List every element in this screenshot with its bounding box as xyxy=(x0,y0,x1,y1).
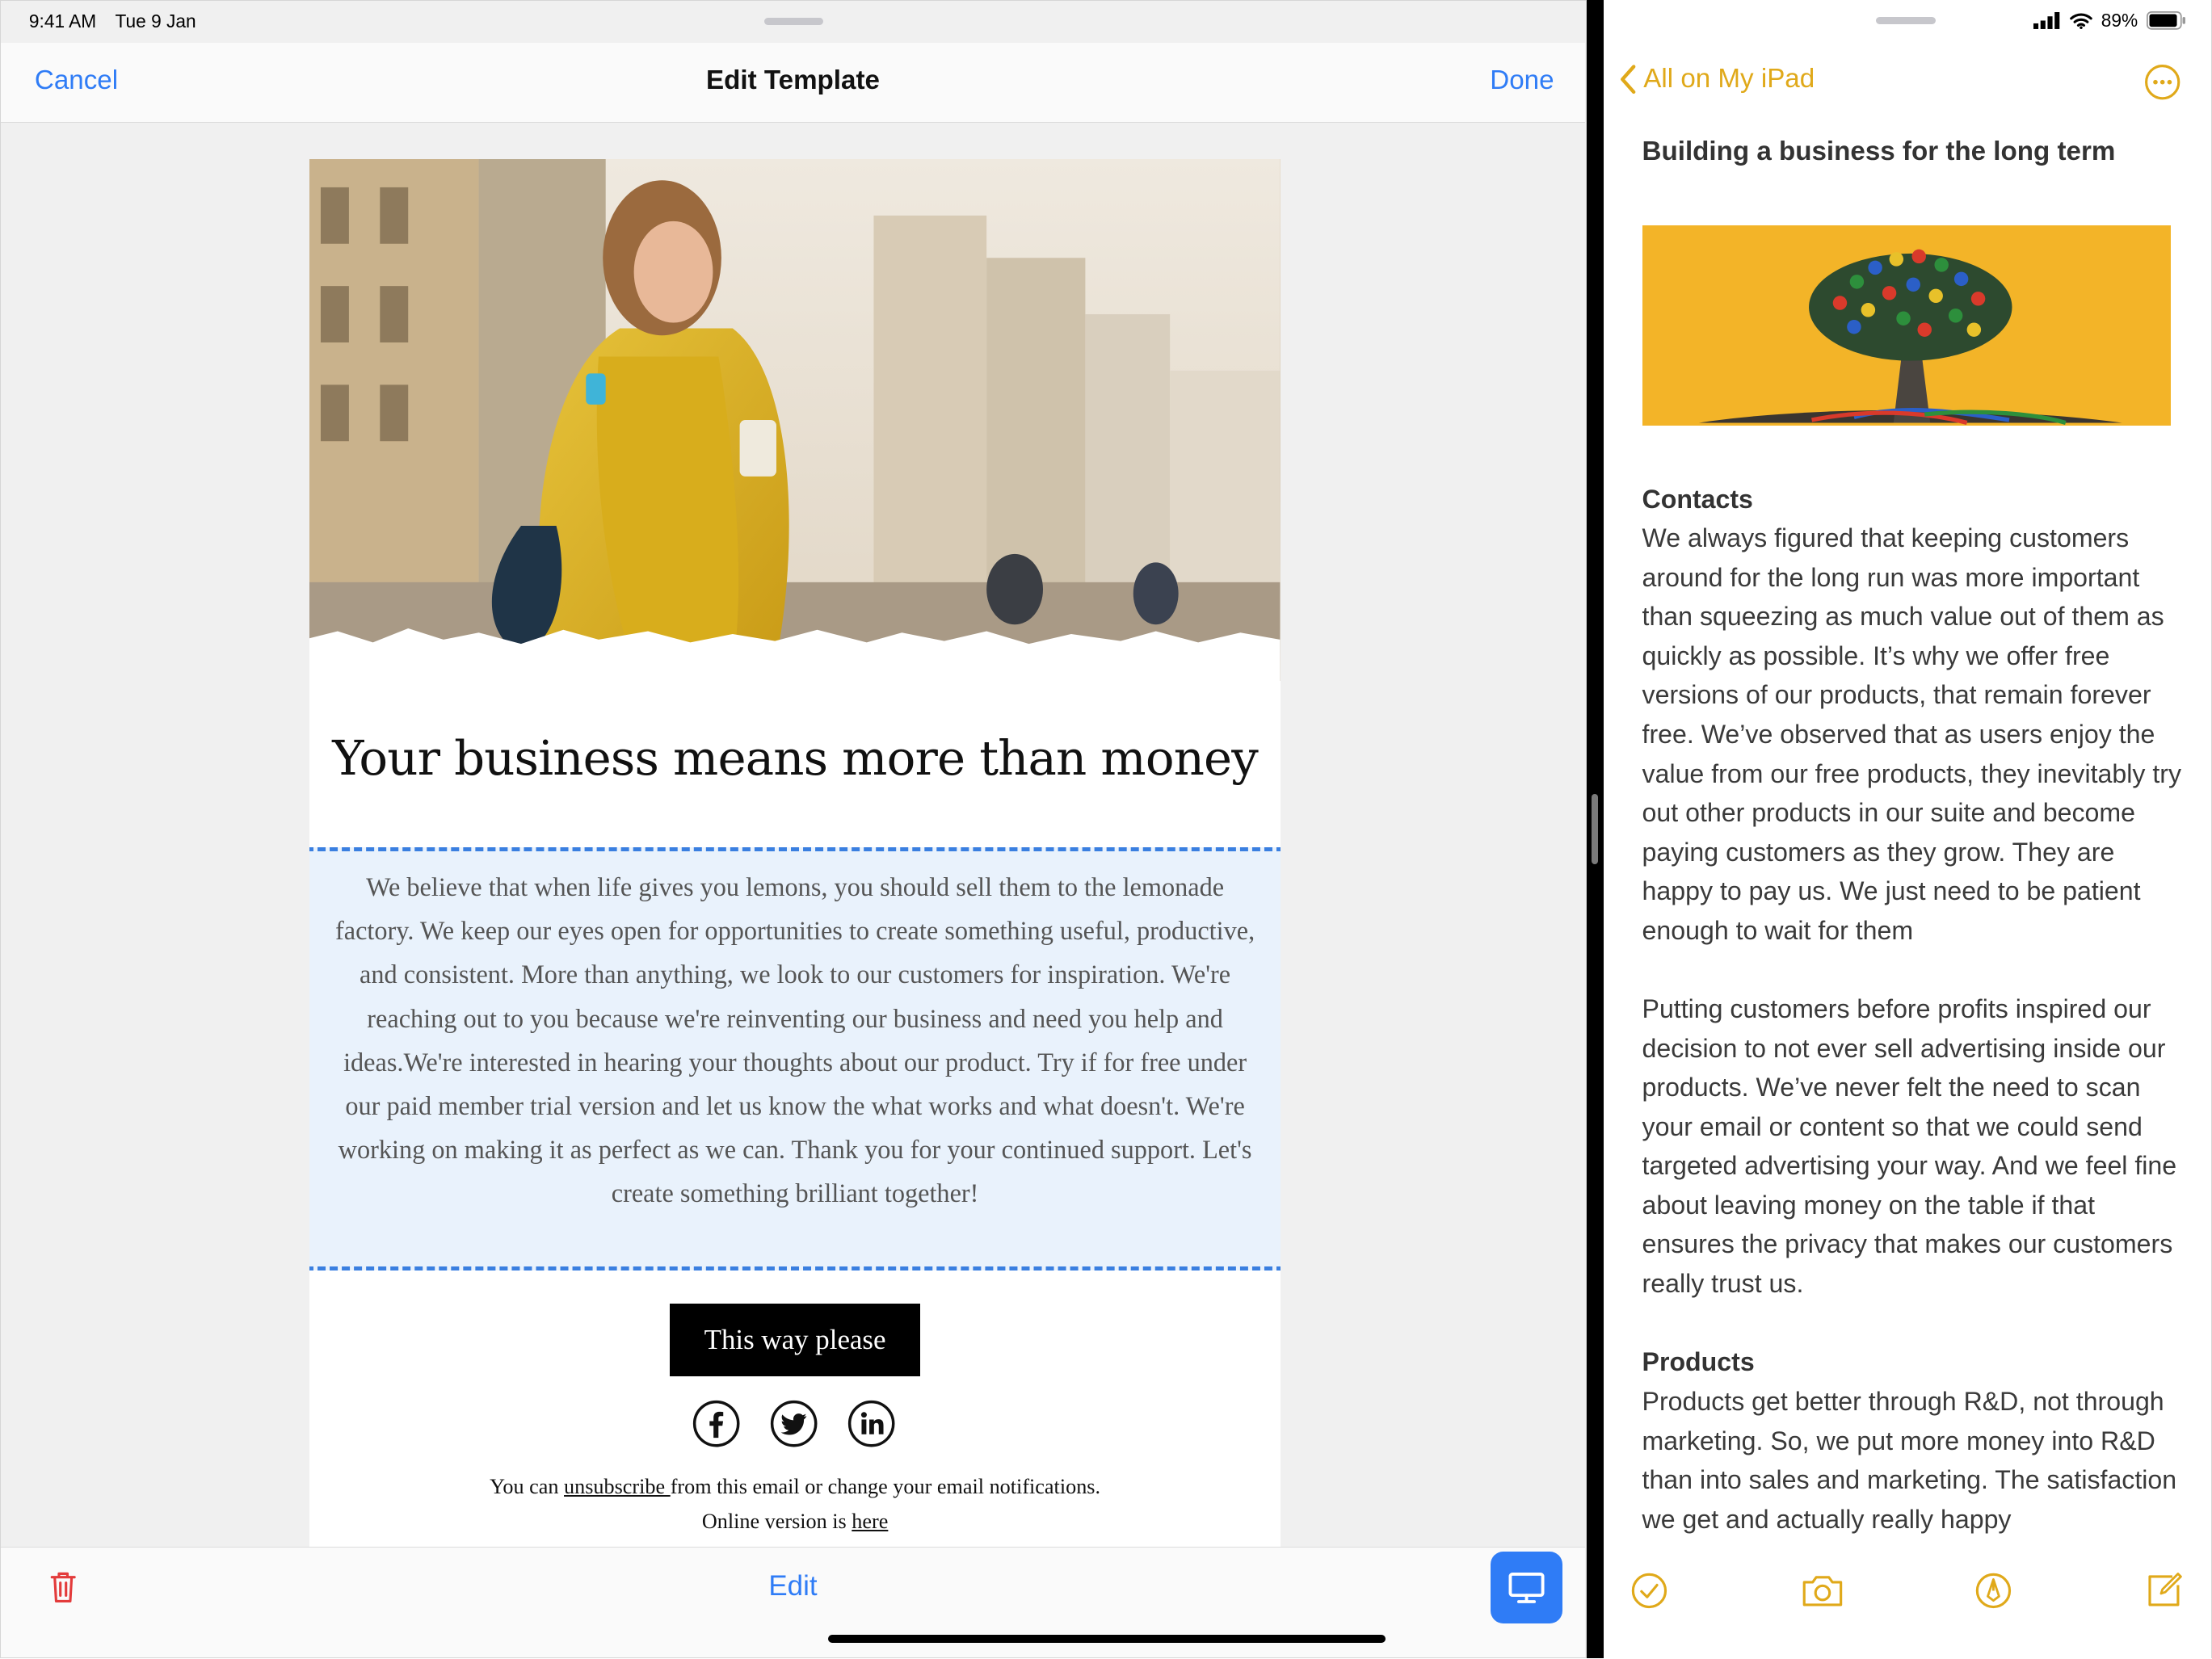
footer-unsubscribe-line: You can unsubscribe from this email or c… xyxy=(309,1475,1280,1499)
done-button[interactable]: Done xyxy=(1490,65,1554,96)
camera-icon[interactable] xyxy=(1800,1571,1845,1611)
torn-edge-decoration xyxy=(309,628,1281,681)
online-version-link[interactable]: here xyxy=(852,1510,888,1533)
back-to-folder-button[interactable]: All on My iPad xyxy=(1618,64,1815,94)
notes-multitasking-grabber[interactable] xyxy=(1876,16,1936,24)
footer-suffix: from this email or change your email not… xyxy=(670,1474,1101,1498)
facebook-icon[interactable] xyxy=(692,1400,740,1447)
note-title[interactable]: Building a business for the long term xyxy=(1642,136,2116,167)
contacts-paragraph: We always figured that keeping customers… xyxy=(1642,523,2181,945)
linkedin-icon[interactable] xyxy=(847,1400,895,1447)
edit-button[interactable]: Edit xyxy=(1,1570,1585,1602)
desktop-preview-button[interactable] xyxy=(1490,1552,1562,1624)
products-paragraph: Products get better through R&D, not thr… xyxy=(1642,1386,2177,1534)
email-heading[interactable]: Your business means more than money xyxy=(309,730,1280,786)
cancel-button[interactable]: Cancel xyxy=(35,65,118,96)
template-editor-pane: 9:41 AM Tue 9 Jan Edit Template Cancel D… xyxy=(0,0,1588,1659)
unsubscribe-link[interactable]: unsubscribe xyxy=(564,1475,671,1498)
advertising-paragraph: Putting customers before profits inspire… xyxy=(1642,994,2177,1298)
battery-percent: 89% xyxy=(2101,10,2138,32)
selected-text-block[interactable]: We believe that when life gives you lemo… xyxy=(309,846,1281,1270)
page-title: Edit Template xyxy=(706,65,880,96)
contacts-heading: Contacts xyxy=(1642,484,1753,514)
status-indicators: 89% xyxy=(2033,10,2186,32)
products-heading: Products xyxy=(1642,1347,1755,1377)
footer-prefix: You can xyxy=(490,1474,565,1498)
wifi-icon xyxy=(2070,13,2093,30)
twitter-icon[interactable] xyxy=(770,1400,818,1447)
chevron-left-icon xyxy=(1620,64,1636,94)
more-options-icon[interactable] xyxy=(2144,64,2180,100)
notes-toolbar xyxy=(1604,1568,2211,1625)
split-view-resize-handle[interactable] xyxy=(1591,794,1599,865)
markup-icon[interactable] xyxy=(1974,1571,2013,1611)
notes-pane: 89% All on My iPad Building a business f… xyxy=(1604,0,2212,1659)
editor-nav-bar: Edit Template Cancel Done xyxy=(1,43,1585,124)
compose-icon[interactable] xyxy=(2144,1571,2184,1611)
email-body-text[interactable]: We believe that when life gives you lemo… xyxy=(332,865,1258,1215)
status-date: Tue 9 Jan xyxy=(115,10,196,32)
online-prefix: Online version is xyxy=(701,1510,852,1534)
hero-image-art xyxy=(309,158,1281,681)
multitasking-grabber[interactable] xyxy=(763,17,823,25)
signal-icon xyxy=(2033,12,2060,30)
hero-image[interactable] xyxy=(309,158,1281,681)
desktop-icon xyxy=(1508,1573,1545,1603)
status-time-date: 9:41 AM Tue 9 Jan xyxy=(29,10,210,32)
note-tree-image[interactable] xyxy=(1642,225,2172,426)
battery-icon xyxy=(2146,11,2185,31)
home-indicator[interactable] xyxy=(828,1634,1386,1644)
status-time: 9:41 AM xyxy=(28,10,97,32)
back-label: All on My iPad xyxy=(1643,63,1815,94)
email-template-canvas: Your business means more than money We b… xyxy=(309,158,1281,1548)
note-body[interactable]: Contacts We always figured that keeping … xyxy=(1642,480,2185,1539)
checklist-icon[interactable] xyxy=(1630,1571,1669,1611)
footer-online-version-line: Online version is here xyxy=(309,1510,1280,1534)
cta-button[interactable]: This way please xyxy=(669,1304,921,1376)
